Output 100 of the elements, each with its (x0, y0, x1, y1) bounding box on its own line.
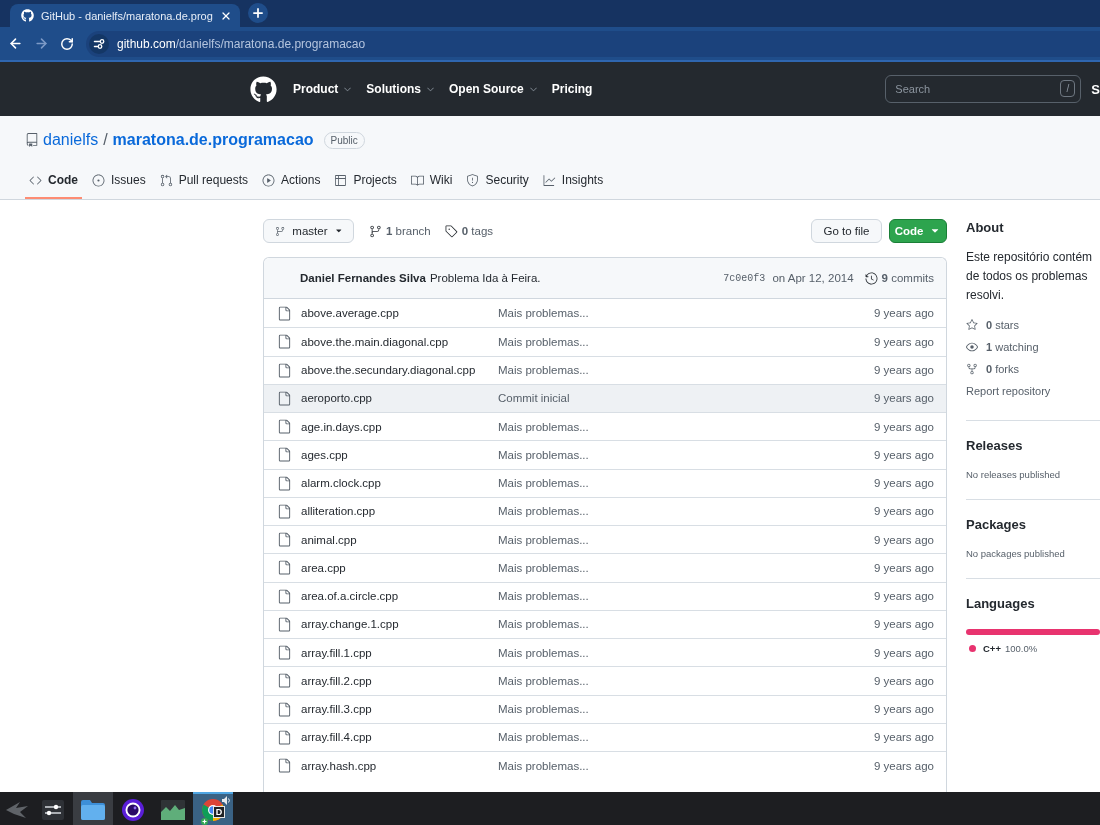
file-icon (277, 503, 292, 519)
commit-message-link[interactable]: Mais problemas... (498, 307, 866, 320)
commit-message-link[interactable]: Mais problemas... (498, 533, 866, 546)
section-heading: About (966, 220, 1005, 236)
taskbar-button[interactable]: D (193, 792, 233, 825)
file-name-link[interactable]: array.hash.cpp (301, 759, 490, 772)
area-chart-icon (161, 799, 185, 820)
browser-tab[interactable]: GitHub - danielfs/maratona.de.prog (10, 4, 240, 27)
go-to-file-button[interactable]: Go to file (811, 219, 882, 243)
branch-select-button[interactable]: master (263, 219, 354, 243)
repo-tab[interactable]: Actions (258, 168, 325, 199)
file-age: 9 years ago (873, 703, 934, 716)
file-age: 9 years ago (873, 561, 934, 574)
plus-badge-icon (201, 818, 208, 825)
repo-tab[interactable]: Wiki (406, 168, 457, 199)
file-age: 9 years ago (873, 618, 934, 631)
file-age: 9 years ago (873, 674, 934, 687)
section-heading: Releases (966, 438, 1024, 454)
file-name-link[interactable]: aeroporto.cpp (301, 392, 490, 405)
address-text: github.com/danielfs/maratona.de.programacao (117, 36, 366, 51)
branches-link[interactable]: 1 branch (369, 224, 431, 238)
wing-icon (5, 801, 28, 818)
tag-icon (444, 224, 458, 238)
tags-link[interactable]: 0 tags (444, 224, 494, 238)
language-percent: 100.0% (1004, 643, 1038, 654)
commit-message-link[interactable]: Mais problemas... (498, 505, 866, 518)
file-icon (277, 532, 292, 548)
file-age: 9 years ago (873, 533, 934, 546)
file-row[interactable]: aeroporto.cpp Commit inicial 9 years ago (264, 383, 946, 412)
repo-tab[interactable]: Issues (88, 168, 150, 199)
file-name-link[interactable]: above.the.secundary.diagonal.cpp (301, 364, 490, 377)
repo-stat-link[interactable]: 0 stars (966, 314, 1100, 336)
commit-message-link[interactable]: Mais problemas... (498, 477, 866, 490)
file-name-link[interactable]: age.in.days.cpp (301, 420, 490, 433)
site-info-icon[interactable] (89, 33, 109, 54)
commit-author[interactable]: Daniel Fernandes Silva (300, 272, 426, 284)
repo-tab[interactable]: Pull requests (155, 168, 253, 199)
new-tab-button[interactable] (247, 3, 268, 23)
file-icon (277, 475, 292, 491)
file-icon (277, 616, 292, 632)
commit-message-link[interactable]: Mais problemas... (498, 618, 866, 631)
file-icon (277, 701, 292, 717)
file-name-link[interactable]: array.fill.3.cpp (301, 703, 490, 716)
issue-icon (92, 173, 105, 187)
commit-message-link[interactable]: Commit inicial (498, 392, 866, 405)
file-name-link[interactable]: above.the.main.diagonal.cpp (301, 335, 490, 348)
file-icon (277, 305, 292, 321)
repo-stat-link[interactable]: 1 watching (966, 336, 1100, 358)
nav-menu-item[interactable]: Pricing (551, 82, 593, 96)
file-name-link[interactable]: alliteration.cpp (301, 505, 490, 518)
nav-menu-item[interactable]: Product (293, 82, 354, 96)
commit-message-link[interactable]: Mais problemas... (498, 561, 866, 574)
commit-message-link[interactable]: Mais problemas... (498, 335, 866, 348)
file-name-link[interactable]: array.fill.2.cpp (301, 674, 490, 687)
file-icon (277, 758, 292, 774)
file-age: 9 years ago (873, 759, 934, 772)
github-logo-icon[interactable] (250, 75, 277, 103)
commit-message-link[interactable]: Mais problemas... (498, 759, 866, 772)
play-icon (262, 173, 276, 187)
star-icon (966, 319, 978, 331)
commit-message-link[interactable]: Mais problemas... (498, 646, 866, 659)
file-name-link[interactable]: array.change.1.cpp (301, 618, 490, 631)
commit-message-link[interactable]: Mais problemas... (498, 731, 866, 744)
file-name-link[interactable]: animal.cpp (301, 533, 490, 546)
commit-message-link[interactable]: Mais problemas... (498, 590, 866, 603)
file-icon (277, 390, 292, 406)
file-age: 9 years ago (873, 646, 934, 659)
owner-link[interactable]: danielfs (43, 131, 99, 149)
sliders-icon (42, 799, 64, 820)
repo-name-link[interactable]: maratona.de.programacao (112, 131, 314, 149)
commit-message-link[interactable]: Mais problemas... (498, 364, 866, 377)
commit-message-link[interactable]: Mais problemas... (498, 420, 866, 433)
commits-link[interactable]: 9 commits (864, 271, 934, 285)
report-link[interactable]: Report repository (966, 385, 1100, 397)
commit-sha[interactable]: 7c0e0f3 (723, 272, 766, 284)
file-name-link[interactable]: array.fill.1.cpp (301, 646, 490, 659)
shield-icon (466, 173, 480, 187)
file-name-link[interactable]: area.of.a.circle.cpp (301, 590, 490, 603)
file-name-link[interactable]: alarm.clock.cpp (301, 477, 490, 490)
repo-tab[interactable]: Projects (330, 168, 401, 199)
file-icon (277, 645, 292, 661)
tab-title: GitHub - danielfs/maratona.de.prog (41, 9, 213, 22)
nav-menu-item[interactable]: Open Source (449, 82, 539, 96)
nav-menu-item[interactable]: Solutions (366, 82, 436, 96)
commit-message-link[interactable]: Mais problemas... (498, 703, 866, 716)
section-note: No releases published (966, 469, 1061, 480)
repo-tab[interactable]: Security (462, 168, 533, 199)
repo-tab[interactable]: Insights (538, 168, 608, 199)
file-icon (277, 362, 292, 378)
header-button[interactable]: S (1091, 81, 1100, 97)
file-name-link[interactable]: above.average.cpp (301, 307, 490, 320)
folder-icon (81, 799, 105, 820)
address-bar[interactable]: github.com/danielfs/maratona.de.programacao (86, 30, 1100, 57)
commit-message-link[interactable]: Mais problemas... (498, 674, 866, 687)
file-name-link[interactable]: ages.cpp (301, 448, 490, 461)
commit-message[interactable]: Problema Ida à Feira. (429, 272, 541, 284)
file-name-link[interactable]: area.cpp (301, 561, 490, 574)
repo-stat-link[interactable]: 0 forks (966, 358, 1100, 380)
file-name-link[interactable]: array.fill.4.cpp (301, 731, 490, 744)
commit-message-link[interactable]: Mais problemas... (498, 448, 866, 461)
